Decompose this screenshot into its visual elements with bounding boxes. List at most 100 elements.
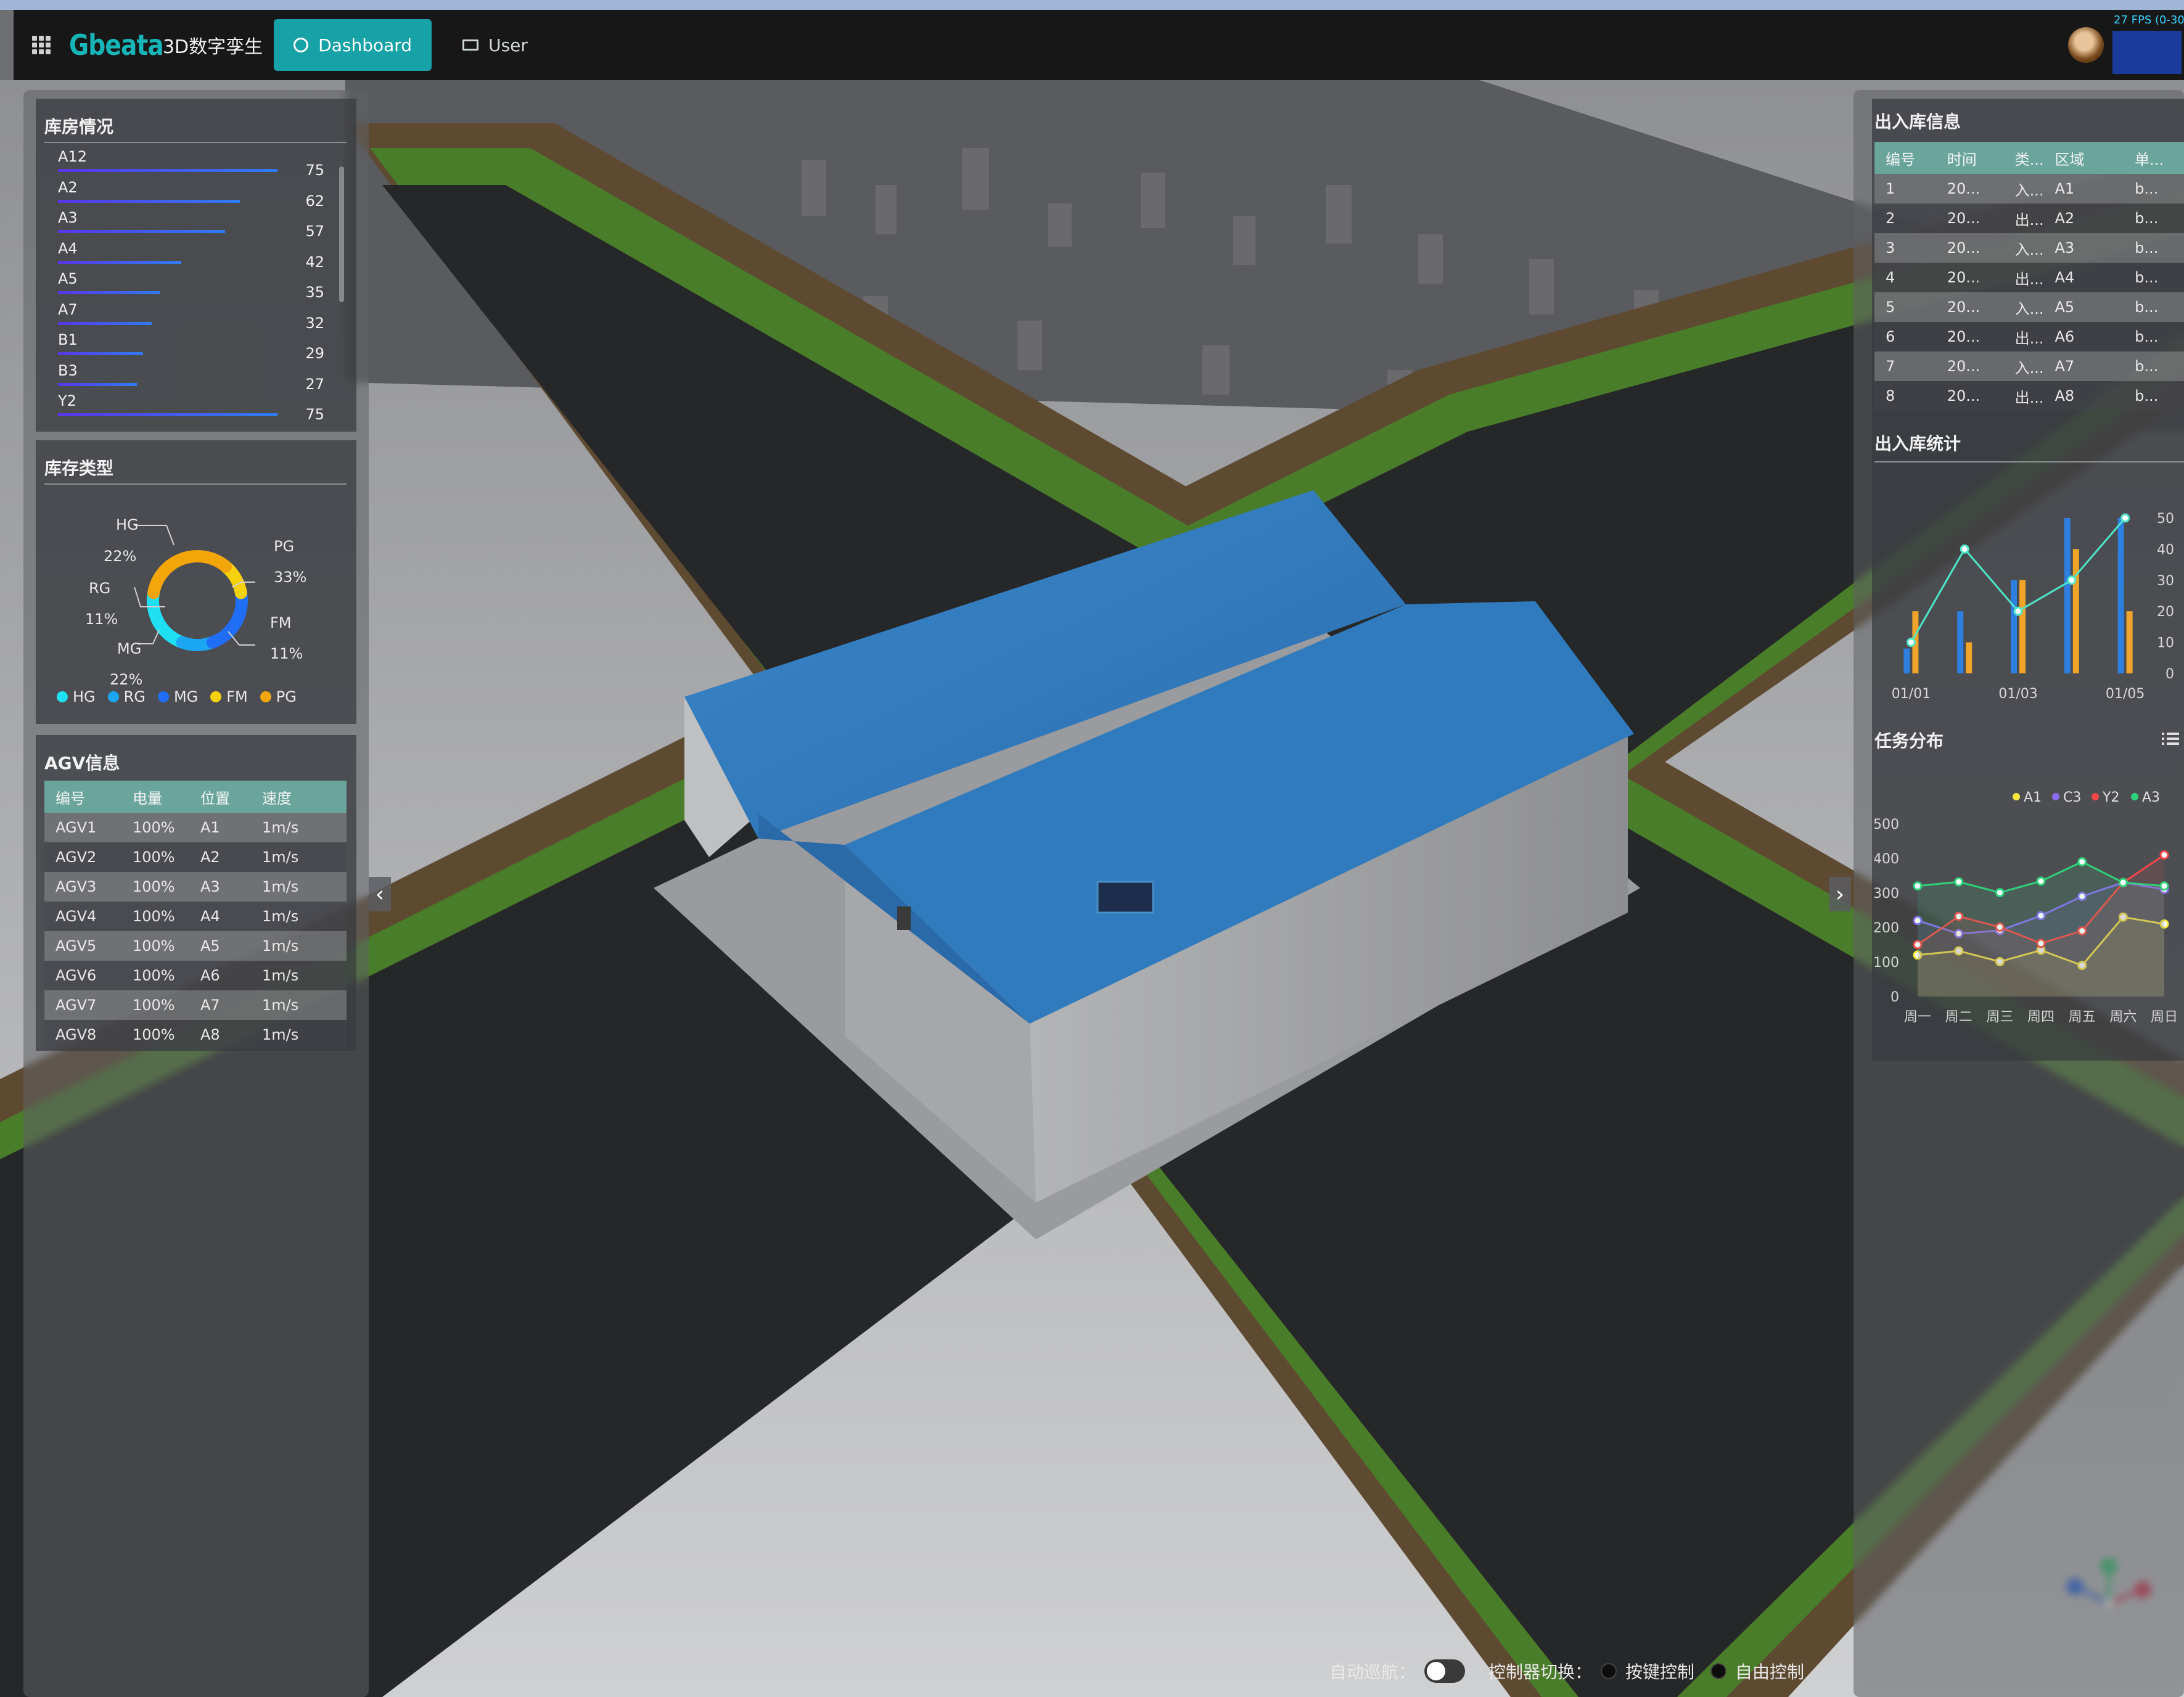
warehouse-section: 库房情况 A12 75 A2 62 A3 57 A4 42 A5 35 A7 32 B1 29 B3 27 Y2…: [36, 99, 356, 432]
table-cell: 20...: [1936, 351, 2004, 381]
warehouse-bar-row: A5 35: [44, 270, 334, 301]
fps-graph: [2112, 31, 2182, 74]
table-header-cell[interactable]: 位置: [189, 781, 251, 813]
table-row[interactable]: 4 20... 出... A4 b...: [1874, 263, 2184, 292]
warehouse-value: 42: [305, 253, 324, 271]
chevron-left-icon: ‹: [375, 881, 385, 907]
table-cell: A2: [2043, 203, 2124, 233]
warehouse-bar-row: B1 29: [44, 331, 334, 362]
table-header-cell[interactable]: 类...: [2003, 142, 2044, 174]
x-tick-label: 01/01: [1892, 686, 1931, 702]
tab-user[interactable]: User: [443, 19, 548, 71]
warehouse-bar-list[interactable]: A12 75 A2 62 A3 57 A4 42 A5 35 A7 32 B1 29 B3 27 Y2 75: [44, 148, 334, 423]
controller-switch: 控制器切换： 按键控制 自由控制: [1488, 1659, 1804, 1683]
auto-patrol-toggle[interactable]: [1424, 1659, 1466, 1683]
legend-item[interactable]: MG: [157, 688, 198, 705]
table-cell: 1m/s: [251, 872, 347, 902]
legend-item[interactable]: PG: [260, 688, 297, 705]
table-header-cell[interactable]: 单...: [2124, 142, 2184, 174]
legend-label[interactable]: A3: [2142, 790, 2160, 805]
legend-dot: [210, 691, 222, 702]
table-cell: 8: [1874, 381, 1936, 411]
legend-label[interactable]: C3: [2063, 790, 2081, 805]
table-row[interactable]: AGV6 100% A6 1m/s: [44, 961, 347, 990]
table-cell: A1: [2043, 174, 2124, 203]
table-cell: 20...: [1936, 322, 2004, 351]
table-row[interactable]: AGV8 100% A8 1m/s: [44, 1020, 347, 1050]
table-row[interactable]: 7 20... 入... A7 b...: [1874, 351, 2184, 381]
auto-patrol-label: 自动巡航：: [1329, 1662, 1416, 1682]
table-row[interactable]: AGV7 100% A7 1m/s: [44, 990, 347, 1020]
legend-label[interactable]: Y2: [2102, 790, 2119, 805]
divider: [44, 483, 347, 485]
warehouse-bar: [58, 199, 240, 203]
next-arrow-button[interactable]: ›: [1829, 877, 1851, 911]
list-menu-icon[interactable]: [2162, 731, 2179, 746]
warehouse-name: A12: [58, 148, 87, 165]
x-tick-label: 周四: [2027, 1009, 2055, 1025]
stock-type-title: 库存类型: [44, 458, 114, 479]
table-header-cell[interactable]: 编号: [44, 781, 121, 813]
warehouse-bar: [58, 321, 152, 325]
warehouse-name: A4: [58, 239, 78, 257]
table-cell: 入...: [2003, 233, 2044, 263]
legend-item[interactable]: FM: [210, 688, 248, 705]
tab-dashboard[interactable]: Dashboard: [274, 19, 432, 71]
table-row[interactable]: 6 20... 出... A6 b...: [1874, 322, 2184, 351]
free-control-radio[interactable]: [1710, 1663, 1727, 1679]
table-row[interactable]: 5 20... 入... A5 b...: [1874, 292, 2184, 322]
table-cell: 1m/s: [251, 842, 347, 872]
y-tick-label: 0: [2166, 667, 2174, 682]
table-header-cell[interactable]: 编号: [1874, 142, 1936, 174]
table-cell: 20...: [1936, 174, 2004, 203]
table-row[interactable]: AGV5 100% A5 1m/s: [44, 931, 347, 961]
tab-user-label: User: [488, 35, 528, 55]
prev-arrow-button[interactable]: ‹: [369, 877, 391, 911]
warehouse-value: 75: [305, 162, 324, 179]
table-row[interactable]: 1 20... 入... A1 b...: [1874, 174, 2184, 203]
table-header-cell[interactable]: 时间: [1936, 142, 2004, 174]
table-cell: 100%: [121, 872, 189, 902]
key-control-radio[interactable]: [1601, 1663, 1617, 1679]
line-point: [2036, 876, 2046, 886]
legend-label: RG: [123, 688, 146, 705]
legend-dot: [107, 691, 119, 702]
table-row[interactable]: AGV4 100% A4 1m/s: [44, 902, 347, 931]
top-navbar: Gbeata 3D数字孪生 Dashboard User: [14, 10, 2184, 80]
user-avatar[interactable]: [2068, 27, 2104, 63]
stock-type-legend[interactable]: HG RG MG FM PG: [57, 688, 309, 705]
table-row[interactable]: 2 20... 出... A2 b...: [1874, 203, 2184, 233]
table-header-cell[interactable]: 电量: [121, 781, 189, 813]
left-panel: 库房情况 A12 75 A2 62 A3 57 A4 42 A5 35 A7 32 B1 29 B3 27 Y2…: [23, 90, 369, 1697]
table-cell: 出...: [2003, 381, 2044, 411]
line-point: [2159, 850, 2169, 860]
warehouse-bar: [58, 413, 277, 416]
table-row[interactable]: 8 20... 出... A8 b...: [1874, 381, 2184, 411]
warehouse-name: A5: [58, 270, 78, 287]
warehouse-value: 27: [305, 375, 324, 393]
table-row[interactable]: AGV1 100% A1 1m/s: [44, 813, 347, 842]
legend-dot: [57, 691, 68, 702]
line-point: [2077, 857, 2087, 867]
table-row[interactable]: AGV2 100% A2 1m/s: [44, 842, 347, 872]
legend-item[interactable]: RG: [107, 688, 146, 705]
dashboard-icon: [294, 38, 309, 52]
legend-item[interactable]: HG: [57, 688, 96, 705]
app-grid-icon[interactable]: [32, 36, 51, 54]
chevron-right-icon: ›: [1835, 881, 1845, 907]
warehouse-bar: [58, 382, 137, 386]
table-cell: A5: [2043, 292, 2124, 322]
table-cell: AGV8: [44, 1020, 121, 1050]
free-control-label: 自由控制: [1735, 1662, 1805, 1682]
table-cell: b...: [2124, 203, 2184, 233]
table-row[interactable]: AGV3 100% A3 1m/s: [44, 872, 347, 902]
table-header-cell[interactable]: 区域: [2043, 142, 2124, 174]
warehouse-value: 29: [305, 345, 324, 362]
table-header-cell[interactable]: 速度: [251, 781, 347, 813]
legend-label[interactable]: A1: [2024, 790, 2042, 805]
warehouse-scrollbar[interactable]: [339, 166, 344, 302]
table-cell: AGV6: [44, 961, 121, 990]
bar-mark: [2064, 518, 2071, 673]
line-point: [1906, 638, 1916, 647]
table-row[interactable]: 3 20... 入... A3 b...: [1874, 233, 2184, 263]
